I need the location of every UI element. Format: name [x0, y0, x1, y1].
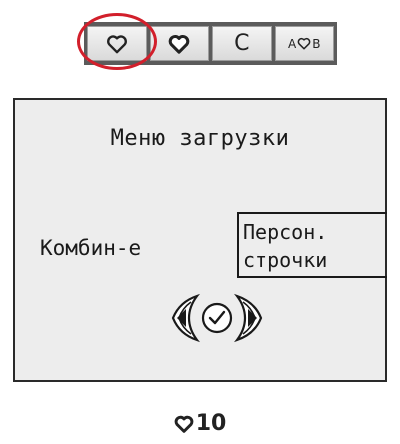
check-circle-icon	[201, 302, 233, 334]
heart-outline-icon	[106, 34, 127, 53]
status-value: 10	[195, 411, 227, 436]
status-indicator: 10	[0, 412, 400, 436]
heart-outline-key[interactable]	[87, 26, 147, 61]
lcd-screen: Меню загрузки Комбин-е Персон. строчки	[13, 98, 387, 382]
c-key-label: C	[234, 31, 250, 56]
heart-fill-icon	[174, 415, 194, 433]
heart-fill-icon	[168, 34, 190, 54]
setting-value-box[interactable]: Персон. строчки	[237, 212, 387, 278]
setting-label: Комбин-е	[40, 236, 142, 260]
setting-value-line-1: Персон.	[243, 220, 328, 244]
navigation-control-icon	[171, 293, 263, 343]
a-heart-b-key[interactable]: A B	[274, 26, 334, 61]
a-key-label: A	[288, 36, 297, 51]
heart-fill-key[interactable]	[149, 26, 209, 61]
key-strip: C A B	[84, 22, 337, 65]
c-key[interactable]: C	[212, 26, 272, 61]
screen-title: Меню загрузки	[110, 126, 290, 151]
setting-value-line-2: строчки	[243, 248, 328, 272]
heart-outline-icon	[297, 37, 311, 50]
b-key-label: B	[312, 36, 321, 51]
